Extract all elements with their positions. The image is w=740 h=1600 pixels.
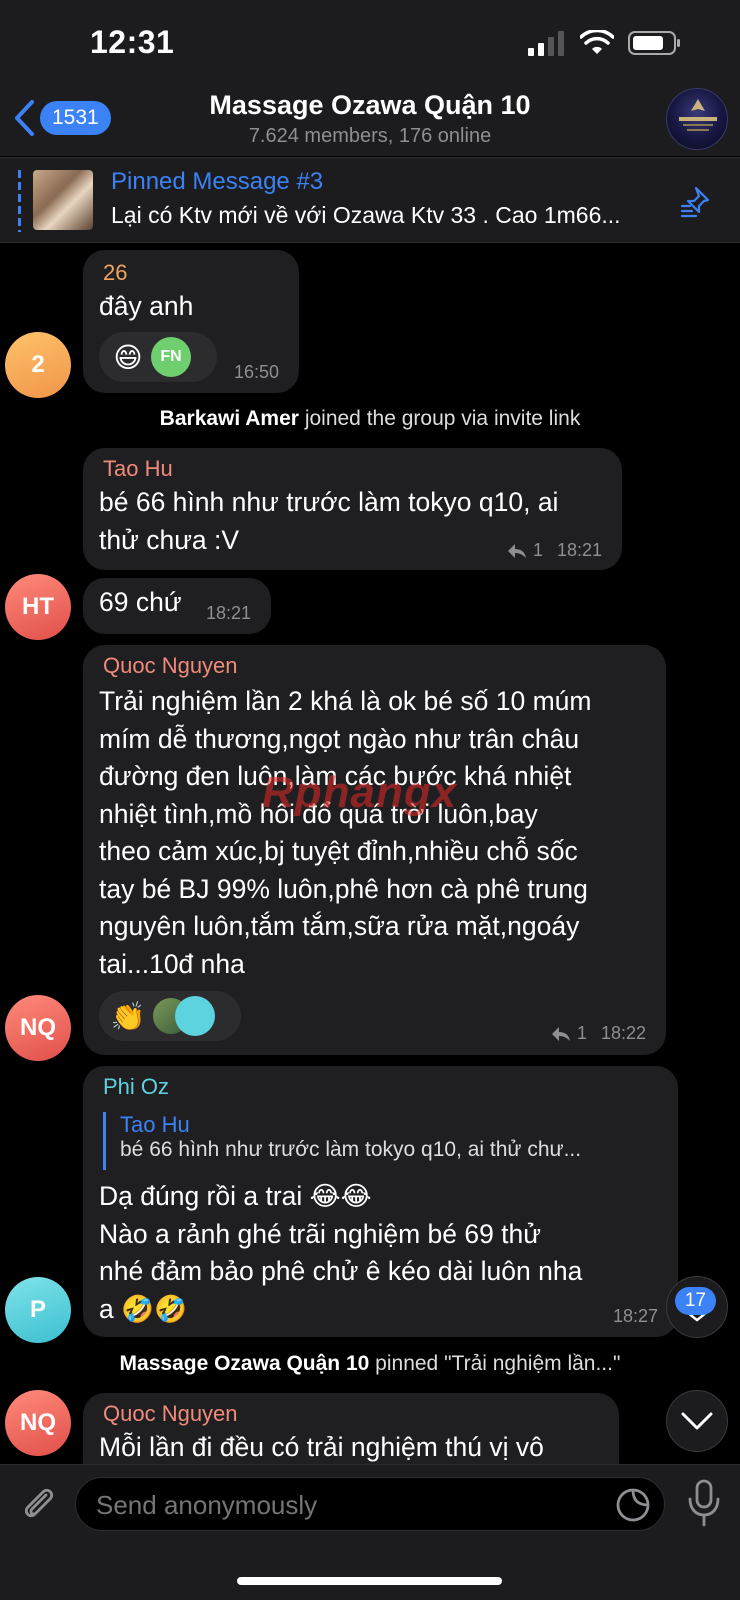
chevron-down-icon xyxy=(681,1412,713,1430)
message-bubble[interactable]: Quoc Nguyen Trải nghiệm lần 2 khá là ok … xyxy=(83,645,666,1055)
chat-subtitle: 7.624 members, 176 online xyxy=(248,125,492,147)
microphone-icon[interactable] xyxy=(684,1477,724,1529)
message-sender: 26 xyxy=(103,260,128,285)
message-timestamp: 16:50 xyxy=(233,362,279,382)
reactions-count-badge: 17 xyxy=(674,1287,716,1315)
message-text: đây anh xyxy=(99,291,194,321)
message-sender: Quoc Nguyen xyxy=(103,1401,238,1426)
message-timestamp: 18:22 xyxy=(600,1023,646,1043)
message-sender: Phi Oz xyxy=(103,1074,170,1099)
home-indicator[interactable] xyxy=(237,1577,502,1585)
quoted-reply[interactable]: Tao Hu bé 66 hình như trước làm tokyo q1… xyxy=(103,1112,650,1170)
message-text-line: theo cảm xúc,bj tuyệt đỉnh,nhiều chỗ sốc xyxy=(99,836,578,866)
status-bar: 12:31 xyxy=(0,0,740,88)
watermark: Rphangx xyxy=(262,768,458,817)
message-time: 18:21 xyxy=(206,603,251,624)
message-bubble[interactable]: Tao Hu bé 66 hình như trước làm tokyo q1… xyxy=(83,448,622,570)
message-sender: Quoc Nguyen xyxy=(103,653,238,678)
pin-list-icon[interactable] xyxy=(680,184,716,220)
message-text-line: mím dễ thương,ngọt ngào như trân châu xyxy=(99,723,580,754)
avatar[interactable]: 2 xyxy=(5,332,71,398)
service-user-name[interactable]: Barkawi Amer xyxy=(160,407,299,430)
sticker-icon[interactable] xyxy=(614,1486,652,1524)
message-sender: Tao Hu xyxy=(103,456,173,481)
service-user-name[interactable]: Massage Ozawa Quận 10 xyxy=(120,1352,370,1375)
reply-arrow-icon[interactable] xyxy=(551,1026,571,1042)
message-text: Dạ đúng rồi a trai 😂😂 Nào a rảnh ghé trã… xyxy=(99,1178,582,1328)
chat-header: 1531 Massage Ozawa Quận 10 7.624 members… xyxy=(0,88,740,156)
reaction-avatar xyxy=(175,996,215,1036)
message-text-line: Nào a rảnh ghé trãi nghiệm bé 69 thử xyxy=(99,1218,542,1249)
grinning-emoji-reaction: 😄 xyxy=(113,341,143,373)
message-text-line: Dạ đúng rồi a trai 😂😂 xyxy=(99,1181,372,1211)
wifi-icon xyxy=(580,30,614,54)
reactions[interactable]: 😄 FN xyxy=(99,332,217,382)
status-time: 12:31 xyxy=(90,24,175,60)
pinned-message-bar[interactable]: Pinned Message #3 Lại có Ktv mới về với … xyxy=(0,157,740,243)
pinned-title: Pinned Message #3 xyxy=(111,168,324,195)
message-timestamp: 18:21 xyxy=(205,603,251,623)
clapping-hands-emoji-reaction: 👏 xyxy=(110,1000,146,1032)
message-text-line: a 🤣🤣 xyxy=(99,1293,188,1324)
status-icons xyxy=(528,30,682,56)
service-message-pinned: Massage Ozawa Quận 10 pinned "Trải nghiệ… xyxy=(0,1352,740,1376)
message-input[interactable] xyxy=(96,1490,576,1521)
message-text-line: Trải nghiệm lần 2 khá là ok bé số 10 múm xyxy=(99,686,592,716)
message-meta: 1 18:21 xyxy=(507,540,602,561)
message-text-line: thử chưa :V xyxy=(99,524,240,555)
message-timestamp: 18:27 xyxy=(612,1306,658,1326)
message-text: Mỗi lần đi đều có trải nghiệm thú vị vô xyxy=(99,1432,544,1462)
message-input-field[interactable] xyxy=(75,1477,665,1531)
message-bubble[interactable]: 26 đây anh 😄 FN 16:50 xyxy=(83,250,299,393)
message-time: 18:27 xyxy=(613,1306,658,1327)
pinned-text: Lại có Ktv mới về với Ozawa Ktv 33 . Cao… xyxy=(111,202,621,228)
message-text: bé 66 hình như trước làm tokyo q10, ai t… xyxy=(99,484,558,559)
avatar[interactable]: NQ xyxy=(5,1390,71,1456)
message-bubble[interactable]: Phi Oz Tao Hu bé 66 hình như trước làm t… xyxy=(83,1066,678,1337)
message-meta: 1 18:22 xyxy=(551,1023,646,1044)
message-text-line: tai...10đ nha xyxy=(99,948,245,979)
pinned-indicator xyxy=(18,170,21,232)
service-action: pinned "Trải nghiệm lần..." xyxy=(375,1352,621,1375)
reply-count: 1 xyxy=(532,540,543,560)
message-text-line: bé 66 hình như trước làm tokyo q10, ai xyxy=(99,487,559,517)
reply-count: 1 xyxy=(576,1023,587,1043)
signal-icon xyxy=(528,31,564,56)
avatar[interactable]: NQ xyxy=(5,995,71,1061)
chat-title[interactable]: Massage Ozawa Quận 10 xyxy=(0,90,740,121)
scroll-down-button[interactable] xyxy=(666,1390,728,1452)
service-message-joined: Barkawi Amer joined the group via invite… xyxy=(0,407,740,431)
quoted-sender: Tao Hu xyxy=(120,1112,190,1137)
message-text-line: nguyên luôn,tắm tắm,sữa rửa mặt,ngoáy xyxy=(99,911,580,941)
message-text-line: nhé đảm bảo phê chử ê kéo dài luôn nha xyxy=(99,1256,583,1286)
paperclip-icon[interactable] xyxy=(16,1481,60,1525)
message-text-line: tay bé BJ 99% luôn,phê hơn cà phê trung xyxy=(99,873,588,904)
message-text: 69 chứ xyxy=(99,587,182,617)
group-avatar[interactable] xyxy=(666,88,728,150)
message-time: 16:50 xyxy=(234,362,279,383)
message-bubble[interactable]: 69 chứ 18:21 xyxy=(83,578,271,634)
reactions[interactable]: 👏 xyxy=(99,991,241,1041)
message-input-bar xyxy=(0,1464,740,1600)
service-action: joined the group via invite link xyxy=(304,407,581,430)
reaction-avatar: FN xyxy=(151,337,191,377)
avatar[interactable]: P xyxy=(5,1277,71,1343)
quoted-text: bé 66 hình như trước làm tokyo q10, ai t… xyxy=(120,1138,582,1161)
pinned-thumbnail xyxy=(33,170,93,230)
reply-arrow-icon[interactable] xyxy=(507,543,527,559)
battery-icon xyxy=(628,31,680,55)
message-text: Trải nghiệm lần 2 khá là ok bé số 10 múm… xyxy=(99,683,591,983)
message-timestamp: 18:21 xyxy=(556,540,602,560)
avatar[interactable]: HT xyxy=(5,574,71,640)
